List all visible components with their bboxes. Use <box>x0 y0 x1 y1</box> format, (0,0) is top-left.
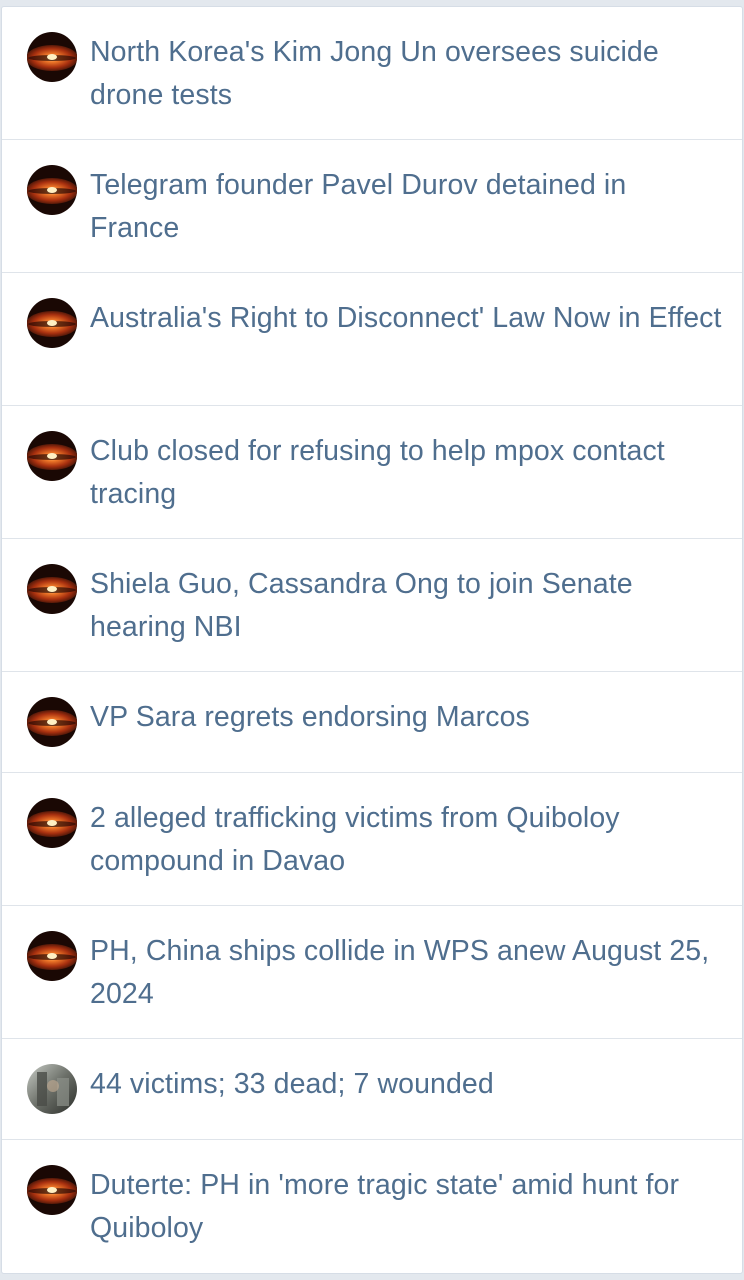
thread-title-link[interactable]: Shiela Guo, Cassandra Ong to join Senate… <box>90 563 722 649</box>
thread-title-link[interactable]: Duterte: PH in 'more tragic state' amid … <box>90 1164 722 1250</box>
list-item[interactable]: Telegram founder Pavel Durov detained in… <box>2 140 742 273</box>
thread-title-link[interactable]: 2 alleged trafficking victims from Quibo… <box>90 797 722 883</box>
list-item[interactable]: Shiela Guo, Cassandra Ong to join Senate… <box>2 539 742 672</box>
thread-title-link[interactable]: 44 victims; 33 dead; 7 wounded <box>90 1063 722 1106</box>
thread-title-link[interactable]: Club closed for refusing to help mpox co… <box>90 430 722 516</box>
avatar[interactable] <box>27 798 77 848</box>
thread-title-link[interactable]: North Korea's Kim Jong Un oversees suici… <box>90 31 722 117</box>
avatar[interactable] <box>27 298 77 348</box>
list-item[interactable]: North Korea's Kim Jong Un oversees suici… <box>2 7 742 140</box>
list-item[interactable]: Duterte: PH in 'more tragic state' amid … <box>2 1140 742 1273</box>
list-item[interactable]: Australia's Right to Disconnect' Law Now… <box>2 273 742 406</box>
thread-title-link[interactable]: PH, China ships collide in WPS anew Augu… <box>90 930 722 1016</box>
avatar[interactable] <box>27 1165 77 1215</box>
list-item[interactable]: 2 alleged trafficking victims from Quibo… <box>2 773 742 906</box>
avatar[interactable] <box>27 165 77 215</box>
thread-list: North Korea's Kim Jong Un oversees suici… <box>1 6 743 1274</box>
avatar[interactable] <box>27 431 77 481</box>
avatar[interactable] <box>27 697 77 747</box>
avatar[interactable] <box>27 32 77 82</box>
thread-title-link[interactable]: Telegram founder Pavel Durov detained in… <box>90 164 722 250</box>
list-item[interactable]: 44 victims; 33 dead; 7 wounded <box>2 1039 742 1140</box>
avatar[interactable] <box>27 931 77 981</box>
thread-title-link[interactable]: Australia's Right to Disconnect' Law Now… <box>90 297 722 340</box>
avatar[interactable] <box>27 564 77 614</box>
list-item[interactable]: VP Sara regrets endorsing Marcos <box>2 672 742 773</box>
avatar[interactable] <box>27 1064 77 1114</box>
list-item[interactable]: Club closed for refusing to help mpox co… <box>2 406 742 539</box>
thread-title-link[interactable]: VP Sara regrets endorsing Marcos <box>90 696 722 739</box>
list-item[interactable]: PH, China ships collide in WPS anew Augu… <box>2 906 742 1039</box>
